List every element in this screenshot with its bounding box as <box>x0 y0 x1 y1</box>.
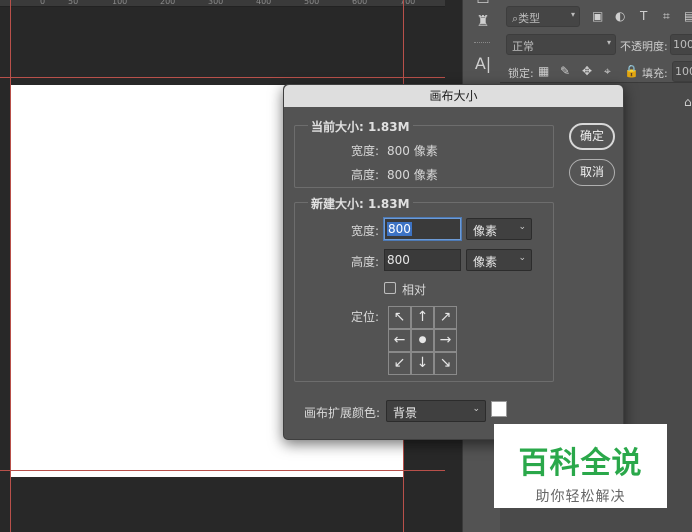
ruler-tick: 0 <box>40 0 46 6</box>
new-size-label: 新建大小: 1.83M <box>308 195 413 212</box>
fill-value: 100 <box>675 65 692 78</box>
dialog-title: 画布大小 <box>284 85 623 107</box>
lock-pixels-icon[interactable]: ✎ <box>560 64 570 78</box>
anchor-top-arrow-icon[interactable]: ↑ <box>411 306 434 329</box>
opacity-label: 不透明度: <box>620 40 668 53</box>
relative-label: 相对 <box>402 283 427 297</box>
ruler-tick: 200 <box>160 0 176 6</box>
cancel-button[interactable]: 取消 <box>569 159 615 186</box>
layer-filter-select[interactable]: ⌕类型 ▾ <box>506 6 580 27</box>
fill-label: 填充: <box>642 67 668 80</box>
new-height-label: 高度: <box>351 255 380 269</box>
anchor-bottom-arrow-icon[interactable]: ↓ <box>411 352 434 375</box>
height-unit-value: 像素 <box>473 255 498 269</box>
anchor-center-dot-icon[interactable]: ● <box>411 329 434 352</box>
panel-grip[interactable] <box>474 42 490 45</box>
extension-color-select[interactable]: 背景 ⌄ <box>386 400 486 422</box>
width-unit-select[interactable]: 像素 ⌄ <box>466 218 532 240</box>
extension-color-value: 背景 <box>393 406 418 420</box>
anchor-bottom-right-arrow-icon[interactable]: ↘ <box>434 352 457 375</box>
stamp-tool-icon[interactable]: ♜ <box>473 12 493 30</box>
chevron-down-icon: ▾ <box>606 38 611 47</box>
ruler-tick: 100 <box>112 0 128 6</box>
ruler-tick: 600 <box>352 0 368 6</box>
anchor-label: 定位: <box>351 310 380 324</box>
chevron-down-icon: ⌄ <box>518 222 526 232</box>
rectangle-tool-icon[interactable]: ▭ <box>473 0 493 8</box>
layer-thumbnail-icon[interactable]: ⌂ <box>684 95 692 109</box>
ruler-tick: 500 <box>304 0 320 6</box>
smart-filter-icon[interactable]: ▤ <box>684 9 692 23</box>
shape-filter-icon[interactable]: ⌗ <box>663 9 670 24</box>
blend-mode-select[interactable]: 正常 ▾ <box>506 34 616 55</box>
height-input-value: 800 <box>387 253 410 267</box>
lock-artboard-icon[interactable]: ⌖ <box>604 64 611 79</box>
width-input-value: 800 <box>387 222 412 236</box>
opacity-value: 100 <box>673 38 692 51</box>
extension-color-label: 画布扩展颜色: <box>304 406 381 420</box>
anchor-top-left-arrow-icon[interactable]: ↖ <box>388 306 411 329</box>
chevron-down-icon: ▾ <box>570 10 575 19</box>
current-size-label: 当前大小: 1.83M <box>308 118 413 135</box>
extension-color-swatch[interactable] <box>491 401 507 417</box>
ok-button[interactable]: 确定 <box>569 123 615 150</box>
width-input[interactable]: 800 <box>384 218 461 240</box>
horizontal-ruler: 0 50 100 200 300 400 500 600 700 <box>0 0 445 7</box>
relative-checkbox[interactable] <box>384 282 396 294</box>
lock-all-icon[interactable]: 🔒 <box>624 64 639 78</box>
fill-field[interactable]: 100 <box>672 61 692 82</box>
guide-line-horizontal[interactable] <box>0 470 445 471</box>
current-width-label: 宽度: <box>351 144 380 158</box>
opacity-field[interactable]: 100 <box>670 34 692 55</box>
watermark-title: 百科全说 <box>518 446 643 481</box>
chevron-down-icon: ⌄ <box>518 253 526 263</box>
anchor-grid: ↖ ↑ ↗ ← ● → ↙ ↓ ↘ <box>388 306 457 375</box>
current-height-value: 800 像素 <box>387 168 438 182</box>
lock-transparent-icon[interactable]: ▦ <box>538 64 549 78</box>
current-width-value: 800 像素 <box>387 144 438 158</box>
guide-line-horizontal[interactable] <box>0 77 445 78</box>
height-input[interactable]: 800 <box>384 249 461 271</box>
anchor-bottom-left-arrow-icon[interactable]: ↙ <box>388 352 411 375</box>
watermark-subtitle: 助你轻松解决 <box>535 489 626 505</box>
width-unit-value: 像素 <box>473 224 498 238</box>
ruler-tick: 50 <box>68 0 79 6</box>
type-filter-icon[interactable]: T <box>640 9 647 23</box>
filter-kind-label: 类型 <box>518 12 541 25</box>
adjustment-filter-icon[interactable]: ◐ <box>615 9 625 23</box>
ruler-tick: 400 <box>256 0 272 6</box>
anchor-top-right-arrow-icon[interactable]: ↗ <box>434 306 457 329</box>
watermark-logo: 百科全说 助你轻松解决 <box>494 424 667 508</box>
current-height-label: 高度: <box>351 168 380 182</box>
anchor-left-arrow-icon[interactable]: ← <box>388 329 411 352</box>
canvas-size-dialog: 画布大小 当前大小: 1.83M 宽度: 800 像素 高度: 800 像素 新… <box>283 84 624 440</box>
ruler-tick: 300 <box>208 0 224 6</box>
chevron-down-icon: ⌄ <box>472 404 480 414</box>
guide-line-vertical[interactable] <box>10 0 11 532</box>
anchor-right-arrow-icon[interactable]: → <box>434 329 457 352</box>
lock-label: 锁定: <box>508 67 534 80</box>
image-filter-icon[interactable]: ▣ <box>592 9 603 23</box>
type-tool-icon[interactable]: A| <box>473 54 493 73</box>
blend-mode-value: 正常 <box>512 40 534 53</box>
lock-position-icon[interactable]: ✥ <box>582 64 592 78</box>
height-unit-select[interactable]: 像素 ⌄ <box>466 249 532 271</box>
new-width-label: 宽度: <box>351 224 380 238</box>
